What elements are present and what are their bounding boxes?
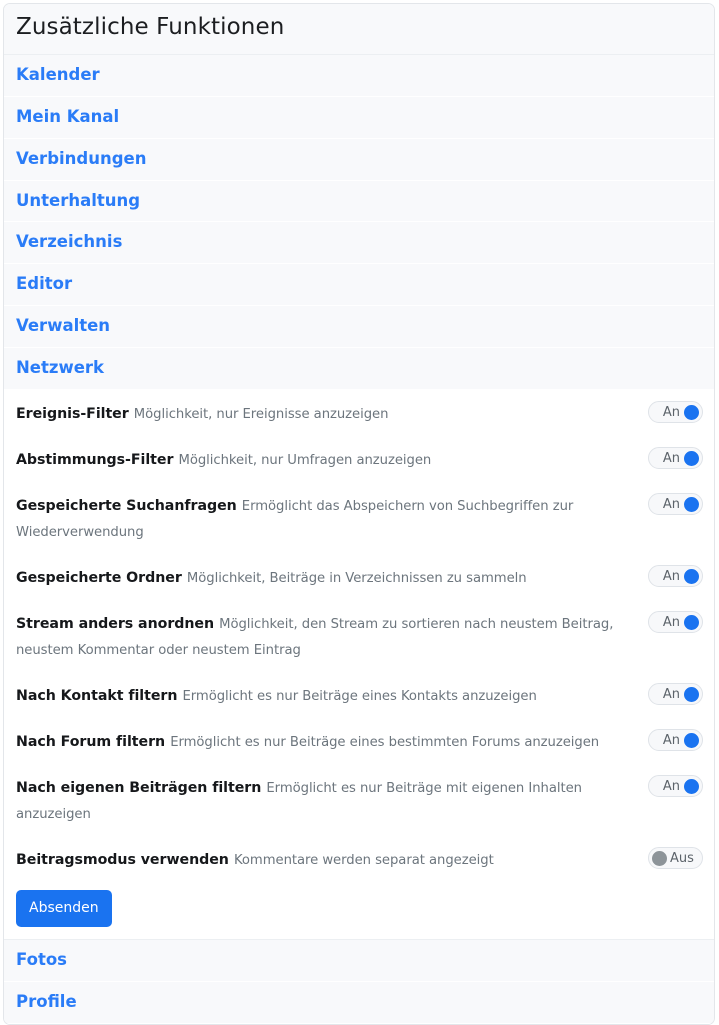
- setting-label: Gespeicherte Ordner: [16, 570, 182, 587]
- toggle-knob-icon: [684, 450, 699, 466]
- setting-row: Ereignis-Filter Möglichkeit, nur Ereigni…: [4, 390, 714, 437]
- submit-row: Absenden: [4, 882, 714, 941]
- nav-link-label: Editor: [16, 274, 73, 294]
- toggle-knob-icon: [652, 850, 667, 866]
- setting-label: Abstimmungs-Filter: [16, 452, 174, 469]
- setting-text: Stream anders anordnen Möglichkeit, den …: [16, 609, 648, 662]
- settings-list: Ereignis-Filter Möglichkeit, nur Ereigni…: [4, 390, 714, 883]
- panel-header: Zusätzliche Funktionen: [4, 4, 714, 55]
- nav-link-verzeichnis[interactable]: Verzeichnis: [4, 222, 714, 265]
- nav-link-label: Profile: [16, 992, 77, 1012]
- nav-link-label: Unterhaltung: [16, 190, 141, 210]
- nav-link-label: Verbindungen: [16, 148, 147, 168]
- nav-link-label: Mein Kanal: [16, 106, 120, 126]
- top-links-list: Kalender Mein Kanal Verbindungen Unterhaltu…: [4, 54, 714, 391]
- setting-row: Nach Forum filtern Ermöglicht es nur Bei…: [4, 718, 714, 765]
- bottom-links-list: Fotos Profile: [4, 940, 714, 1024]
- toggle-knob-icon: [684, 404, 699, 420]
- setting-text: Nach Kontakt filtern Ermöglicht es nur B…: [16, 681, 648, 708]
- toggle-state-label: An: [662, 686, 680, 702]
- setting-toggle[interactable]: An: [648, 493, 703, 516]
- setting-row: Gespeicherte Suchanfragen Ermöglicht das…: [4, 482, 714, 555]
- setting-text: Nach Forum filtern Ermöglicht es nur Bei…: [16, 727, 648, 754]
- nav-link-unterhaltung[interactable]: Unterhaltung: [4, 180, 714, 223]
- nav-link-netzwerk[interactable]: Netzwerk: [4, 348, 714, 391]
- nav-link-label: Fotos: [16, 950, 67, 970]
- setting-toggle[interactable]: An: [648, 447, 703, 470]
- setting-description: Ermöglicht es nur Beiträge eines bestimm…: [170, 735, 600, 751]
- setting-label: Beitragsmodus verwenden: [16, 852, 229, 869]
- setting-row: Beitragsmodus verwenden Kommentare werde…: [4, 836, 714, 883]
- toggle-state-label: An: [662, 450, 680, 466]
- toggle-state-label: An: [662, 732, 680, 748]
- setting-description: Kommentare werden separat angezeigt: [233, 853, 494, 869]
- setting-description: Möglichkeit, nur Ereignisse anzuzeigen: [133, 407, 389, 423]
- nav-link-fotos[interactable]: Fotos: [4, 940, 714, 983]
- nav-link-label: Netzwerk: [16, 358, 105, 378]
- toggle-state-label: An: [662, 568, 680, 584]
- page-title: Zusätzliche Funktionen: [16, 14, 285, 40]
- setting-label: Stream anders anordnen: [16, 616, 215, 633]
- toggle-state-label: An: [662, 496, 680, 512]
- setting-label: Nach Forum filtern: [16, 734, 166, 751]
- setting-row: Gespeicherte Ordner Möglichkeit, Beiträg…: [4, 554, 714, 601]
- nav-link-label: Kalender: [16, 64, 100, 84]
- setting-label: Ereignis-Filter: [16, 406, 129, 423]
- setting-label: Nach Kontakt filtern: [16, 688, 178, 705]
- nav-link-kalender[interactable]: Kalender: [4, 54, 714, 97]
- toggle-knob-icon: [684, 496, 699, 512]
- setting-label: Gespeicherte Suchanfragen: [16, 498, 237, 515]
- nav-link-label: Verwalten: [16, 316, 111, 336]
- setting-text: Nach eigenen Beiträgen filtern Ermöglich…: [16, 773, 648, 826]
- nav-link-mein-kanal[interactable]: Mein Kanal: [4, 96, 714, 139]
- toggle-knob-icon: [684, 614, 699, 630]
- setting-text: Gespeicherte Suchanfragen Ermöglicht das…: [16, 491, 648, 544]
- setting-row: Stream anders anordnen Möglichkeit, den …: [4, 600, 714, 673]
- setting-toggle[interactable]: An: [648, 683, 703, 706]
- setting-text: Gespeicherte Ordner Möglichkeit, Beiträg…: [16, 563, 648, 590]
- nav-link-verwalten[interactable]: Verwalten: [4, 306, 714, 349]
- toggle-knob-icon: [684, 568, 699, 584]
- setting-toggle[interactable]: Aus: [648, 847, 703, 870]
- setting-row: Nach eigenen Beiträgen filtern Ermöglich…: [4, 764, 714, 837]
- nav-link-label: Verzeichnis: [16, 232, 123, 252]
- setting-description: Möglichkeit, Beiträge in Verzeichnissen …: [186, 571, 527, 587]
- setting-row: Abstimmungs-Filter Möglichkeit, nur Umfr…: [4, 436, 714, 483]
- setting-label: Nach eigenen Beiträgen filtern: [16, 780, 262, 797]
- setting-toggle[interactable]: An: [648, 775, 703, 798]
- toggle-state-label: An: [662, 404, 680, 420]
- setting-text: Beitragsmodus verwenden Kommentare werde…: [16, 845, 648, 872]
- additional-features-panel: Zusätzliche Funktionen Kalender Mein Kana…: [3, 3, 715, 1025]
- toggle-state-label: Aus: [670, 850, 694, 866]
- setting-row: Nach Kontakt filtern Ermöglicht es nur B…: [4, 672, 714, 719]
- setting-text: Abstimmungs-Filter Möglichkeit, nur Umfr…: [16, 445, 648, 472]
- setting-toggle[interactable]: An: [648, 565, 703, 588]
- toggle-knob-icon: [684, 732, 699, 748]
- toggle-knob-icon: [684, 778, 699, 794]
- submit-button[interactable]: Absenden: [16, 890, 112, 928]
- nav-link-profile[interactable]: Profile: [4, 982, 714, 1024]
- toggle-state-label: An: [662, 614, 680, 630]
- setting-toggle[interactable]: An: [648, 729, 703, 752]
- setting-toggle[interactable]: An: [648, 611, 703, 634]
- setting-toggle[interactable]: An: [648, 401, 703, 424]
- toggle-state-label: An: [662, 778, 680, 794]
- setting-text: Ereignis-Filter Möglichkeit, nur Ereigni…: [16, 399, 648, 426]
- nav-link-verbindungen[interactable]: Verbindungen: [4, 138, 714, 181]
- nav-link-editor[interactable]: Editor: [4, 264, 714, 307]
- setting-description: Möglichkeit, nur Umfragen anzuzeigen: [178, 453, 432, 469]
- setting-description: Ermöglicht es nur Beiträge eines Kontakt…: [182, 689, 537, 705]
- toggle-knob-icon: [684, 686, 699, 702]
